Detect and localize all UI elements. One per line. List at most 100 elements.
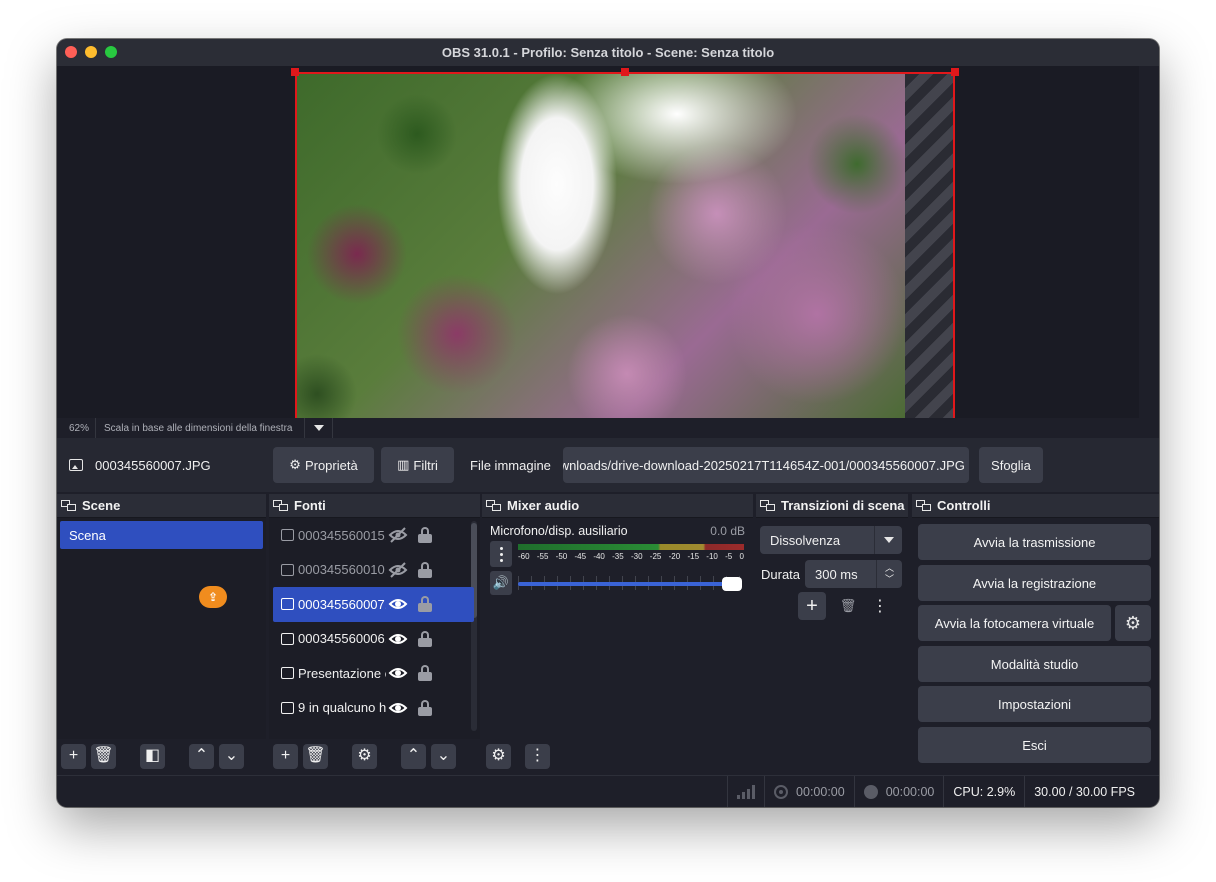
add-scene-button[interactable]: + xyxy=(61,743,86,769)
source-name: 9 in qualcuno h xyxy=(298,700,386,716)
chevron-down-icon xyxy=(313,425,324,431)
eye-icon[interactable] xyxy=(388,701,408,715)
scene-item[interactable]: Scena xyxy=(60,521,263,549)
filters-button[interactable]: ▥ Filtri xyxy=(381,447,454,483)
mixer-menu-button[interactable]: ⋮ xyxy=(525,743,550,769)
properties-button[interactable]: ⚙ Proprietà xyxy=(273,447,374,483)
sources-dock-header[interactable]: Fonti xyxy=(269,494,480,518)
move-source-down-button[interactable]: ⌄ xyxy=(431,743,456,769)
settings-button[interactable]: Impostazioni xyxy=(918,686,1151,722)
move-scene-down-button[interactable]: ⌄ xyxy=(219,743,244,769)
add-transition-button[interactable]: + xyxy=(798,592,826,620)
scenes-title: Scene xyxy=(82,498,121,513)
scenes-dock-header[interactable]: Scene xyxy=(57,494,266,518)
transition-toolbar: + 🗑 ⋮ xyxy=(798,592,890,620)
lock-icon[interactable] xyxy=(418,561,432,578)
filters-label: Filtri xyxy=(413,457,438,473)
minimize-window-button[interactable] xyxy=(85,46,97,58)
mixer-dock-header[interactable]: Mixer audio xyxy=(482,494,753,518)
window-title: OBS 31.0.1 - Profilo: Senza titolo - Sce… xyxy=(441,45,775,60)
eye-icon[interactable] xyxy=(388,597,408,611)
close-window-button[interactable] xyxy=(65,46,77,58)
eye-hidden-icon[interactable] xyxy=(388,527,408,543)
caps-lock-indicator-icon: ⇪ xyxy=(199,586,227,608)
scene-item-label: Scena xyxy=(69,527,106,543)
meter-tick: -55 xyxy=(536,552,549,561)
browse-button[interactable]: Sfoglia xyxy=(978,447,1043,483)
source-row-selected[interactable]: 000345560007. xyxy=(273,587,474,622)
preview-canvas[interactable] xyxy=(57,66,1159,419)
maximize-window-button[interactable] xyxy=(105,46,117,58)
filter-icon: ▥ xyxy=(397,457,410,472)
eye-icon[interactable] xyxy=(388,632,408,646)
track-menu-button[interactable] xyxy=(490,541,512,567)
lock-icon[interactable] xyxy=(418,596,432,613)
volume-slider-handle[interactable] xyxy=(722,577,742,591)
titlebar: OBS 31.0.1 - Profilo: Senza titolo - Sce… xyxy=(57,39,1159,66)
meter-tick: -35 xyxy=(612,552,624,561)
lock-icon[interactable] xyxy=(418,527,432,544)
exit-button[interactable]: Esci xyxy=(918,727,1151,763)
virtual-camera-settings-button[interactable]: ⚙ xyxy=(1115,605,1151,641)
lock-icon[interactable] xyxy=(418,699,432,716)
duration-spinbox[interactable]: 300 ms ︿ ﹀ xyxy=(805,560,902,588)
lock-icon[interactable] xyxy=(418,630,432,647)
studio-mode-button[interactable]: Modalità studio xyxy=(918,646,1151,682)
speaker-icon[interactable]: 🔊 xyxy=(490,571,512,595)
transitions-dock-header[interactable]: Transizioni di scena xyxy=(756,494,908,518)
more-vertical-icon: ⋮ xyxy=(529,747,546,764)
source-name: 000345560010. xyxy=(298,562,386,578)
more-vertical-icon[interactable]: ⋮ xyxy=(870,592,890,620)
trash-icon[interactable]: 🗑 xyxy=(834,592,862,620)
spin-arrows-icon[interactable]: ︿ ﹀ xyxy=(876,560,902,588)
resize-handle-top[interactable] xyxy=(621,68,629,76)
scenes-toolbar: + 🗑 ◧ ⌃ ⌄ xyxy=(57,739,266,773)
image-icon xyxy=(281,701,294,714)
source-properties-button[interactable]: ⚙ xyxy=(352,743,377,769)
remove-scene-button[interactable]: 🗑 xyxy=(91,743,116,769)
source-row[interactable]: 000345560010. xyxy=(269,553,480,588)
resize-handle-top-left[interactable] xyxy=(291,68,299,76)
selected-source-bounds[interactable] xyxy=(295,72,955,419)
scale-mode-label[interactable]: Scala in base alle dimensioni della fine… xyxy=(96,418,306,438)
chevron-up-icon: ⌃ xyxy=(406,747,421,764)
lock-icon[interactable] xyxy=(418,665,432,682)
resize-handle-top-right[interactable] xyxy=(951,68,959,76)
source-name: 000345560006. xyxy=(298,631,386,647)
source-row[interactable]: 9 in qualcuno h xyxy=(269,691,480,726)
start-recording-button[interactable]: Avvia la registrazione xyxy=(918,565,1151,601)
advanced-audio-button[interactable]: ⚙ xyxy=(486,743,511,769)
start-streaming-button[interactable]: Avvia la trasmissione xyxy=(918,524,1151,560)
out-of-canvas-hatch xyxy=(905,74,953,419)
scenes-list: Scena xyxy=(57,518,266,773)
eye-icon[interactable] xyxy=(388,666,408,680)
source-row[interactable]: 000345560006. xyxy=(269,622,480,657)
volume-meter xyxy=(518,544,744,550)
source-row[interactable]: Presentazione c xyxy=(269,656,480,691)
scene-filters-button[interactable]: ◧ xyxy=(140,743,165,769)
start-virtual-camera-button[interactable]: Avvia la fotocamera virtuale xyxy=(918,605,1111,641)
remove-source-button[interactable]: 🗑 xyxy=(303,743,328,769)
move-scene-up-button[interactable]: ⌃ xyxy=(189,743,214,769)
source-row[interactable]: 000345560015. xyxy=(269,518,480,553)
controls-dock: Controlli Avvia la trasmissione Avvia la… xyxy=(912,494,1159,773)
meter-tick: -25 xyxy=(649,552,662,561)
gears-icon: ⚙ xyxy=(491,747,506,764)
scale-mode-dropdown[interactable] xyxy=(305,418,334,438)
controls-title: Controlli xyxy=(937,498,991,513)
dock-area: Scene Scena + 🗑 ◧ ⌃ ⌄ Fonti 000345560015… xyxy=(57,492,1159,773)
dock-float-icon xyxy=(61,499,77,512)
source-name: 000345560015. xyxy=(298,527,386,543)
controls-dock-header[interactable]: Controlli xyxy=(912,494,1159,518)
transition-select[interactable]: Dissolvenza xyxy=(760,526,902,554)
chevron-down-icon: ⌄ xyxy=(436,747,451,764)
move-source-up-button[interactable]: ⌃ xyxy=(401,743,426,769)
stream-icon xyxy=(774,784,789,799)
eye-hidden-icon[interactable] xyxy=(388,562,408,578)
add-source-button[interactable]: + xyxy=(273,743,298,769)
file-path-field[interactable]: wnloads/drive-download-20250217T114654Z-… xyxy=(562,447,969,483)
volume-slider[interactable] xyxy=(518,582,742,586)
preview-scale-bar: 62% Scala in base alle dimensioni della … xyxy=(57,418,1159,438)
transitions-dock: Transizioni di scena Dissolvenza Durata … xyxy=(756,494,908,773)
meter-tick: -15 xyxy=(687,552,700,561)
